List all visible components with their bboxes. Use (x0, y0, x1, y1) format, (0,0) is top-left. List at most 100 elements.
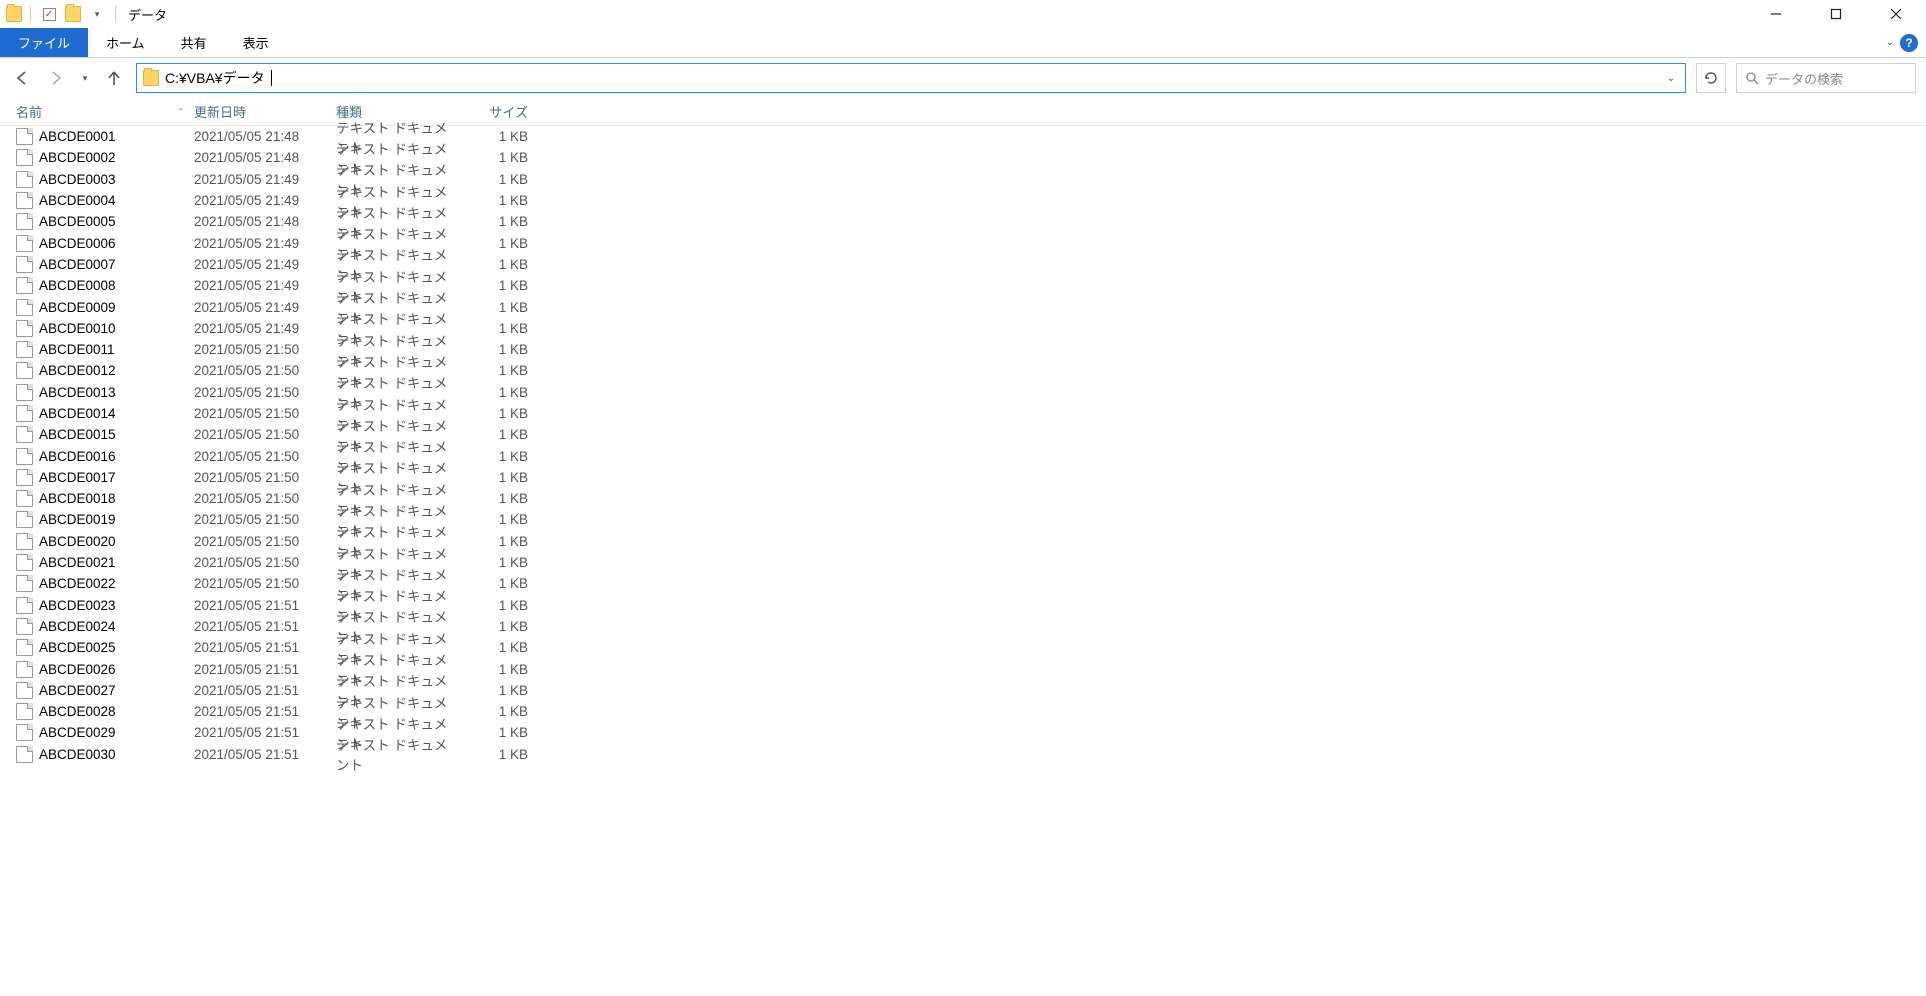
file-size: 1 KB (453, 214, 528, 229)
file-row[interactable]: ABCDE00172021/05/05 21:50テキスト ドキュメント1 KB (0, 467, 1926, 488)
file-name: ABCDE0024 (39, 619, 194, 634)
text-file-icon (16, 341, 33, 358)
file-row[interactable]: ABCDE00262021/05/05 21:51テキスト ドキュメント1 KB (0, 658, 1926, 679)
file-date: 2021/05/05 21:50 (194, 534, 336, 549)
ribbon-collapse-icon[interactable]: ⌄ (1886, 37, 1894, 48)
file-name: ABCDE0003 (39, 172, 194, 187)
file-row[interactable]: ABCDE00102021/05/05 21:49テキスト ドキュメント1 KB (0, 318, 1926, 339)
help-icon[interactable]: ? (1900, 34, 1918, 52)
address-history-dropdown[interactable]: ⌄ (1657, 64, 1685, 92)
file-row[interactable]: ABCDE00272021/05/05 21:51テキスト ドキュメント1 KB (0, 680, 1926, 701)
tab-home[interactable]: ホーム (88, 28, 163, 57)
maximize-button[interactable] (1806, 0, 1866, 28)
file-name: ABCDE0018 (39, 491, 194, 506)
refresh-button[interactable] (1696, 63, 1726, 93)
file-size: 1 KB (453, 406, 528, 421)
file-name: ABCDE0013 (39, 385, 194, 400)
file-name: ABCDE0025 (39, 640, 194, 655)
text-file-icon (16, 469, 33, 486)
file-row[interactable]: ABCDE00022021/05/05 21:48テキスト ドキュメント1 KB (0, 147, 1926, 168)
text-file-icon (16, 320, 33, 337)
file-row[interactable]: ABCDE00182021/05/05 21:50テキスト ドキュメント1 KB (0, 488, 1926, 509)
recent-locations-dropdown[interactable]: ▾ (78, 66, 92, 90)
file-row[interactable]: ABCDE00152021/05/05 21:50テキスト ドキュメント1 KB (0, 424, 1926, 445)
close-button[interactable] (1866, 0, 1926, 28)
file-date: 2021/05/05 21:50 (194, 385, 336, 400)
sort-indicator-icon: ⌃ (177, 107, 184, 116)
file-size: 1 KB (453, 725, 528, 740)
file-name: ABCDE0022 (39, 576, 194, 591)
file-row[interactable]: ABCDE00032021/05/05 21:49テキスト ドキュメント1 KB (0, 169, 1926, 190)
column-header-date[interactable]: 更新日時 (194, 102, 336, 121)
file-row[interactable]: ABCDE00212021/05/05 21:50テキスト ドキュメント1 KB (0, 552, 1926, 573)
file-size: 1 KB (453, 640, 528, 655)
text-file-icon (16, 703, 33, 720)
file-name: ABCDE0028 (39, 704, 194, 719)
up-button[interactable] (102, 66, 126, 90)
file-date: 2021/05/05 21:48 (194, 150, 336, 165)
search-icon (1745, 71, 1759, 85)
file-name: ABCDE0023 (39, 598, 194, 613)
file-date: 2021/05/05 21:48 (194, 214, 336, 229)
tab-file[interactable]: ファイル (0, 28, 88, 57)
file-row[interactable]: ABCDE00122021/05/05 21:50テキスト ドキュメント1 KB (0, 360, 1926, 381)
text-file-icon (16, 575, 33, 592)
file-row[interactable]: ABCDE00252021/05/05 21:51テキスト ドキュメント1 KB (0, 637, 1926, 658)
quick-access-toolbar: ✓ ▾ (6, 4, 120, 24)
file-row[interactable]: ABCDE00142021/05/05 21:50テキスト ドキュメント1 KB (0, 403, 1926, 424)
qat-dropdown-icon[interactable]: ▾ (87, 4, 107, 24)
file-row[interactable]: ABCDE00062021/05/05 21:49テキスト ドキュメント1 KB (0, 232, 1926, 253)
file-row[interactable]: ABCDE00072021/05/05 21:49テキスト ドキュメント1 KB (0, 254, 1926, 275)
text-file-icon (16, 149, 33, 166)
file-size: 1 KB (453, 172, 528, 187)
file-row[interactable]: ABCDE00192021/05/05 21:50テキスト ドキュメント1 KB (0, 509, 1926, 530)
file-row[interactable]: ABCDE00132021/05/05 21:50テキスト ドキュメント1 KB (0, 382, 1926, 403)
file-name: ABCDE0021 (39, 555, 194, 570)
file-row[interactable]: ABCDE00282021/05/05 21:51テキスト ドキュメント1 KB (0, 701, 1926, 722)
address-bar[interactable]: C:¥VBA¥データ ⌄ (136, 63, 1686, 93)
open-folder-icon[interactable] (63, 4, 83, 24)
text-file-icon (16, 426, 33, 443)
file-row[interactable]: ABCDE00302021/05/05 21:51テキスト ドキュメント1 KB (0, 744, 1926, 765)
file-size: 1 KB (453, 704, 528, 719)
file-row[interactable]: ABCDE00232021/05/05 21:51テキスト ドキュメント1 KB (0, 595, 1926, 616)
search-input[interactable]: データの検索 (1736, 63, 1916, 93)
file-date: 2021/05/05 21:49 (194, 257, 336, 272)
file-row[interactable]: ABCDE00092021/05/05 21:49テキスト ドキュメント1 KB (0, 296, 1926, 317)
text-file-icon (16, 554, 33, 571)
column-header-size[interactable]: サイズ (453, 102, 528, 121)
file-row[interactable]: ABCDE00052021/05/05 21:48テキスト ドキュメント1 KB (0, 211, 1926, 232)
text-file-icon (16, 682, 33, 699)
text-file-icon (16, 618, 33, 635)
file-size: 1 KB (453, 236, 528, 251)
forward-button[interactable] (44, 66, 68, 90)
file-row[interactable]: ABCDE00202021/05/05 21:50テキスト ドキュメント1 KB (0, 531, 1926, 552)
text-file-icon (16, 128, 33, 145)
file-name: ABCDE0012 (39, 363, 194, 378)
file-date: 2021/05/05 21:50 (194, 363, 336, 378)
file-size: 1 KB (453, 470, 528, 485)
file-row[interactable]: ABCDE00112021/05/05 21:50テキスト ドキュメント1 KB (0, 339, 1926, 360)
properties-icon[interactable]: ✓ (39, 4, 59, 24)
text-file-icon (16, 490, 33, 507)
file-size: 1 KB (453, 491, 528, 506)
column-header-name[interactable]: 名前 ⌃ (16, 102, 194, 121)
file-date: 2021/05/05 21:50 (194, 555, 336, 570)
minimize-button[interactable] (1746, 0, 1806, 28)
file-row[interactable]: ABCDE00082021/05/05 21:49テキスト ドキュメント1 KB (0, 275, 1926, 296)
tab-view[interactable]: 表示 (225, 28, 287, 57)
file-row[interactable]: ABCDE00292021/05/05 21:51テキスト ドキュメント1 KB (0, 722, 1926, 743)
file-row[interactable]: ABCDE00042021/05/05 21:49テキスト ドキュメント1 KB (0, 190, 1926, 211)
back-button[interactable] (10, 66, 34, 90)
file-date: 2021/05/05 21:50 (194, 512, 336, 527)
text-file-icon (16, 405, 33, 422)
file-row[interactable]: ABCDE00242021/05/05 21:51テキスト ドキュメント1 KB (0, 616, 1926, 637)
address-path: C:¥VBA¥データ (165, 68, 265, 88)
file-name: ABCDE0019 (39, 512, 194, 527)
file-date: 2021/05/05 21:50 (194, 491, 336, 506)
tab-share[interactable]: 共有 (163, 28, 225, 57)
file-row[interactable]: ABCDE00012021/05/05 21:48テキスト ドキュメント1 KB (0, 126, 1926, 147)
file-row[interactable]: ABCDE00162021/05/05 21:50テキスト ドキュメント1 KB (0, 445, 1926, 466)
separator (30, 6, 31, 22)
file-row[interactable]: ABCDE00222021/05/05 21:50テキスト ドキュメント1 KB (0, 573, 1926, 594)
